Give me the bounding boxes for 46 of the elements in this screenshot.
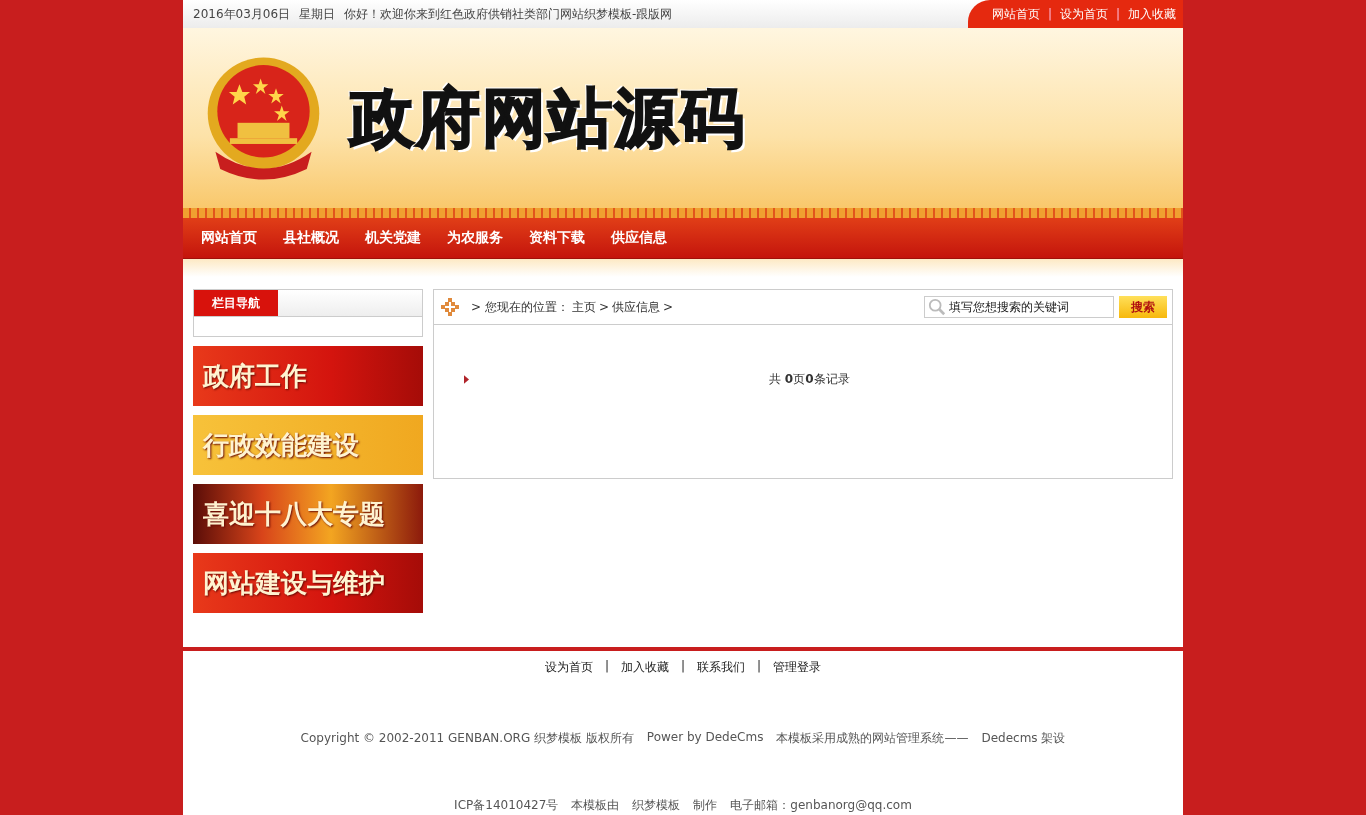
nav-link[interactable]: 为农服务 xyxy=(447,229,503,247)
search-icon xyxy=(928,298,946,316)
link-separator: | xyxy=(1047,7,1052,21)
search-button[interactable]: 搜索 xyxy=(1119,296,1167,318)
footer-link[interactable]: 管理登录 xyxy=(773,659,822,676)
link-separator: | xyxy=(680,659,685,675)
sidebar-title: 栏目导航 xyxy=(194,290,278,316)
link-separator: | xyxy=(757,659,762,675)
breadcrumb-link[interactable]: 供应信息 xyxy=(611,298,660,316)
credit-text: 本模板由 xyxy=(571,797,620,814)
record-count-text: 共 0页0条记录 xyxy=(769,371,850,388)
top-link[interactable]: 网站首页 xyxy=(991,5,1040,23)
credit-text: ICP备14010427号 xyxy=(454,797,559,814)
credit-text: 电子邮箱：genbanorg@qq.com xyxy=(730,797,912,814)
site-logo-text: 政府网站源码 xyxy=(350,79,746,157)
breadcrumb-label: > 您现在的位置： xyxy=(471,298,569,316)
search-field[interactable]: 填写您想搜索的关键词 xyxy=(924,296,1114,318)
copyright-text: Copyright © 2002-2011 GENBAN.ORG 织梦模板 版权所有 xyxy=(300,730,634,747)
footer-link[interactable]: 加入收藏 xyxy=(620,659,669,676)
knot-icon xyxy=(440,297,460,317)
copyright-text: Dedecms 架设 xyxy=(981,730,1066,747)
credit-text: 织梦模板 xyxy=(632,797,681,814)
weekday-text: 星期日 xyxy=(299,5,336,23)
footer-link[interactable]: 联系我们 xyxy=(697,659,745,676)
breadcrumb-separator: > xyxy=(662,300,673,314)
top-link[interactable]: 设为首页 xyxy=(1059,5,1108,23)
breadcrumb-separator: > xyxy=(598,300,609,314)
credit-text: 制作 xyxy=(693,797,718,814)
promo-banner[interactable]: 喜迎十八大专题 xyxy=(193,484,423,544)
breadcrumb-link[interactable]: 主页 xyxy=(571,298,596,316)
footer-link[interactable]: 设为首页 xyxy=(544,659,593,676)
promo-banner[interactable]: 政府工作 xyxy=(193,346,423,406)
nav-link[interactable]: 机关党建 xyxy=(365,229,421,247)
promo-banner[interactable]: 网站建设与维护 xyxy=(193,553,423,613)
bullet-icon xyxy=(464,375,469,384)
copyright-text: Power by DedeCms xyxy=(646,730,764,746)
nav-link[interactable]: 资料下载 xyxy=(529,229,585,247)
link-separator: | xyxy=(604,659,609,675)
top-link[interactable]: 加入收藏 xyxy=(1128,5,1176,23)
link-separator: | xyxy=(1115,7,1120,21)
nav-link[interactable]: 网站首页 xyxy=(201,229,257,247)
nav-link[interactable]: 县社概况 xyxy=(283,229,339,247)
copyright-text: 本模板采用成熟的网站管理系统—— xyxy=(776,730,969,747)
greeting-text: 你好！欢迎你来到红色政府供销社类部门网站织梦模板-跟版网 xyxy=(344,5,673,23)
date-text: 2016年03月06日 xyxy=(193,5,291,23)
nav-link[interactable]: 供应信息 xyxy=(611,229,667,247)
